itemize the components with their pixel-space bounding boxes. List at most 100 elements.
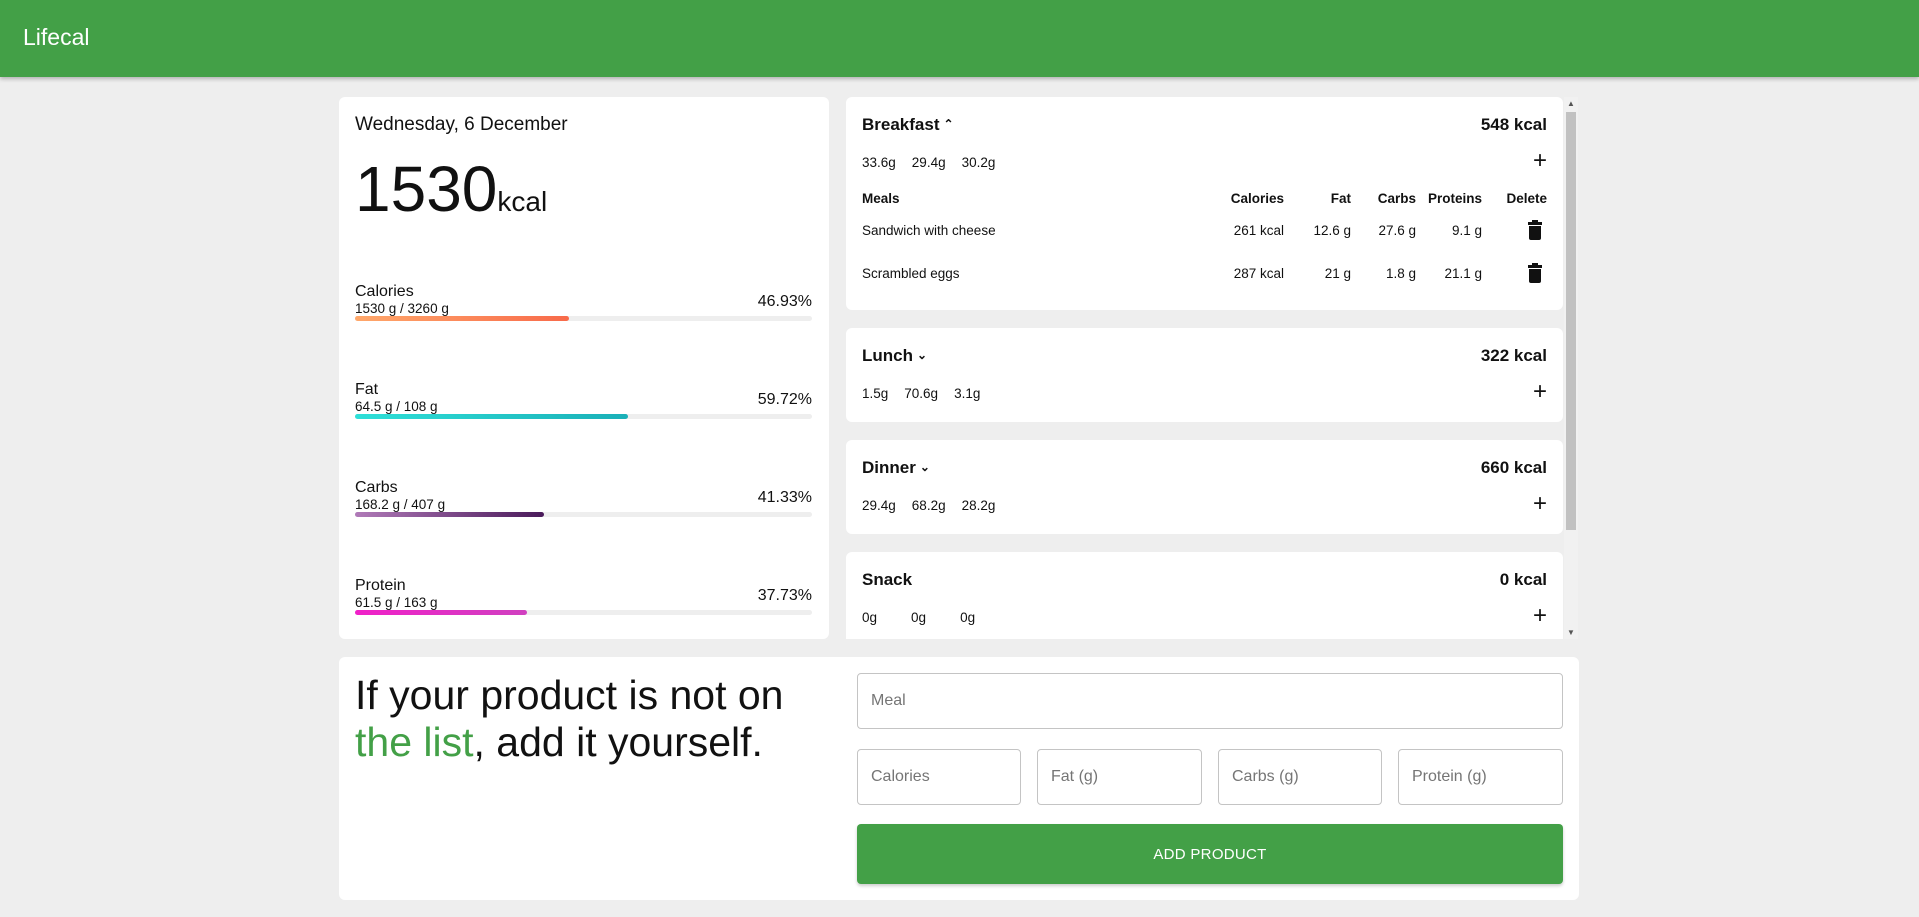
add-product-button[interactable]: ADD PRODUCT: [857, 824, 1563, 884]
macro-protein: 30.2g: [961, 155, 996, 170]
stat-name: Carbs: [355, 479, 398, 496]
macro-fat: 33.6g: [862, 155, 896, 170]
meal-kcal: 0 kcal: [1499, 570, 1547, 589]
stat-carbs: Carbs 168.2 g / 407 g 41.33%: [355, 479, 812, 529]
column-header: Proteins: [1427, 190, 1482, 206]
macro-fat: 1.5g: [862, 386, 889, 401]
scroll-up-arrow-icon[interactable]: ▲: [1567, 99, 1575, 108]
plus-icon[interactable]: +: [1533, 149, 1547, 173]
chevron-down-icon: ⌄: [917, 348, 928, 362]
meals-list[interactable]: Breakfast ⌃ 548 kcal 33.6g 29.4g 30.2g + Me…: [846, 97, 1579, 639]
delete-cell: [1482, 209, 1547, 252]
table-row: Scrambled eggs 287 kcal 21 g 1.8 g 21.1 …: [862, 252, 1547, 295]
progress-track: [355, 414, 812, 419]
stat-fat: Fat 64.5 g / 108 g 59.72%: [355, 381, 812, 431]
trash-icon[interactable]: [1528, 262, 1542, 283]
trash-icon[interactable]: [1528, 219, 1542, 240]
macro-carbs: 29.4g: [911, 155, 946, 170]
table-row: Sandwich with cheese 261 kcal 12.6 g 27.…: [862, 209, 1547, 252]
meal-toggle-snack[interactable]: Snack: [862, 570, 912, 590]
meals-scrollbar[interactable]: ▲ ▼: [1564, 97, 1578, 639]
meal-name: Lunch: [862, 346, 913, 365]
total-kcal-value: 1530: [355, 153, 498, 225]
meal-card-lunch: Lunch ⌄ 322 kcal 1.5g 70.6g 3.1g +: [846, 328, 1563, 422]
meal-macros: 0g 0g 0g: [862, 610, 991, 625]
meal-card-snack: Snack 0 kcal 0g 0g 0g +: [846, 552, 1563, 639]
current-date: Wednesday, 6 December: [355, 114, 568, 135]
total-kcal: 1530kcal: [355, 152, 547, 226]
column-header: Fat: [1330, 190, 1351, 206]
scrollbar-thumb[interactable]: [1566, 112, 1576, 530]
meal-toggle-dinner[interactable]: Dinner ⌄: [862, 458, 930, 478]
meal-name: Breakfast: [862, 115, 940, 134]
macro-protein: 0g: [960, 610, 976, 625]
progress-fill: [355, 316, 570, 321]
macro-protein: 28.2g: [961, 498, 996, 513]
progress-fill: [355, 512, 544, 517]
carbs-input[interactable]: [1218, 749, 1382, 805]
meal-macros: 33.6g 29.4g 30.2g: [862, 155, 1011, 170]
plus-icon[interactable]: +: [1533, 492, 1547, 516]
carbs-cell: 1.8 g: [1385, 266, 1416, 281]
progress-fill: [355, 414, 628, 419]
meal-card-breakfast: Breakfast ⌃ 548 kcal 33.6g 29.4g 30.2g + Me…: [846, 97, 1563, 310]
stat-protein: Protein 61.5 g / 163 g 37.73%: [355, 577, 812, 627]
meal-kcal: 322 kcal: [1480, 346, 1547, 365]
calories-cell: 287 kcal: [1233, 266, 1284, 281]
stat-amount: 168.2 g / 407 g: [355, 497, 446, 512]
protein-input[interactable]: [1398, 749, 1563, 805]
plus-icon[interactable]: +: [1533, 380, 1547, 404]
progress-track: [355, 512, 812, 517]
stat-amount: 1530 g / 3260 g: [355, 301, 449, 316]
stat-amount: 64.5 g / 108 g: [355, 399, 438, 414]
stat-percent: 59.72%: [757, 391, 812, 408]
progress-fill: [355, 610, 528, 615]
macro-fat: 0g: [862, 610, 878, 625]
slogan-accent: the list: [355, 719, 474, 765]
macro-carbs: 68.2g: [911, 498, 946, 513]
meal-toggle-lunch[interactable]: Lunch ⌄: [862, 346, 927, 366]
meal-kcal: 548 kcal: [1480, 115, 1547, 134]
column-header: Meals: [862, 190, 900, 206]
progress-track: [355, 610, 812, 615]
column-header: Carbs: [1377, 190, 1416, 206]
stat-percent: 46.93%: [757, 293, 812, 310]
stat-percent: 41.33%: [757, 489, 812, 506]
calories-cell: 261 kcal: [1233, 223, 1284, 238]
stat-name: Protein: [355, 577, 406, 594]
meal-name: Dinner: [862, 458, 916, 477]
fat-cell: 12.6 g: [1313, 223, 1351, 238]
meal-kcal: 660 kcal: [1480, 458, 1547, 477]
progress-track: [355, 316, 812, 321]
meal-input[interactable]: [857, 673, 1563, 729]
fat-cell: 21 g: [1324, 266, 1351, 281]
macro-fat: 29.4g: [862, 498, 896, 513]
stat-name: Calories: [355, 283, 414, 300]
stat-amount: 61.5 g / 163 g: [355, 595, 438, 610]
scroll-down-arrow-icon[interactable]: ▼: [1567, 628, 1575, 637]
stat-calories: Calories 1530 g / 3260 g 46.93%: [355, 283, 812, 333]
delete-cell: [1482, 252, 1547, 295]
proteins-cell: 21.1 g: [1444, 266, 1482, 281]
chevron-up-icon: ⌃: [943, 117, 954, 131]
plus-icon[interactable]: +: [1533, 604, 1547, 628]
app-bar: Lifecal: [0, 0, 1919, 77]
calories-input[interactable]: [857, 749, 1021, 805]
carbs-cell: 27.6 g: [1378, 223, 1416, 238]
slogan-start: If your product is not on: [355, 672, 784, 718]
macro-carbs: 0g: [911, 610, 927, 625]
meal-toggle-breakfast[interactable]: Breakfast ⌃: [862, 115, 954, 135]
stat-percent: 37.73%: [757, 587, 812, 604]
macro-carbs: 70.6g: [904, 386, 939, 401]
meal-table: Meals Calories Fat Carbs Proteins Delete…: [862, 187, 1547, 295]
add-product-slogan: If your product is not on the list, add …: [355, 672, 815, 766]
chevron-down-icon: ⌄: [919, 460, 930, 474]
meal-card-dinner: Dinner ⌄ 660 kcal 29.4g 68.2g 28.2g +: [846, 440, 1563, 534]
table-header-row: Meals Calories Fat Carbs Proteins Delete: [862, 187, 1547, 209]
fat-input[interactable]: [1037, 749, 1202, 805]
slogan-end: , add it yourself.: [473, 719, 763, 765]
total-kcal-unit: kcal: [497, 186, 548, 217]
stat-name: Fat: [355, 381, 379, 398]
daily-summary-card: Wednesday, 6 December 1530kcal Calories …: [339, 97, 829, 639]
meal-name-cell: Scrambled eggs: [862, 266, 960, 281]
